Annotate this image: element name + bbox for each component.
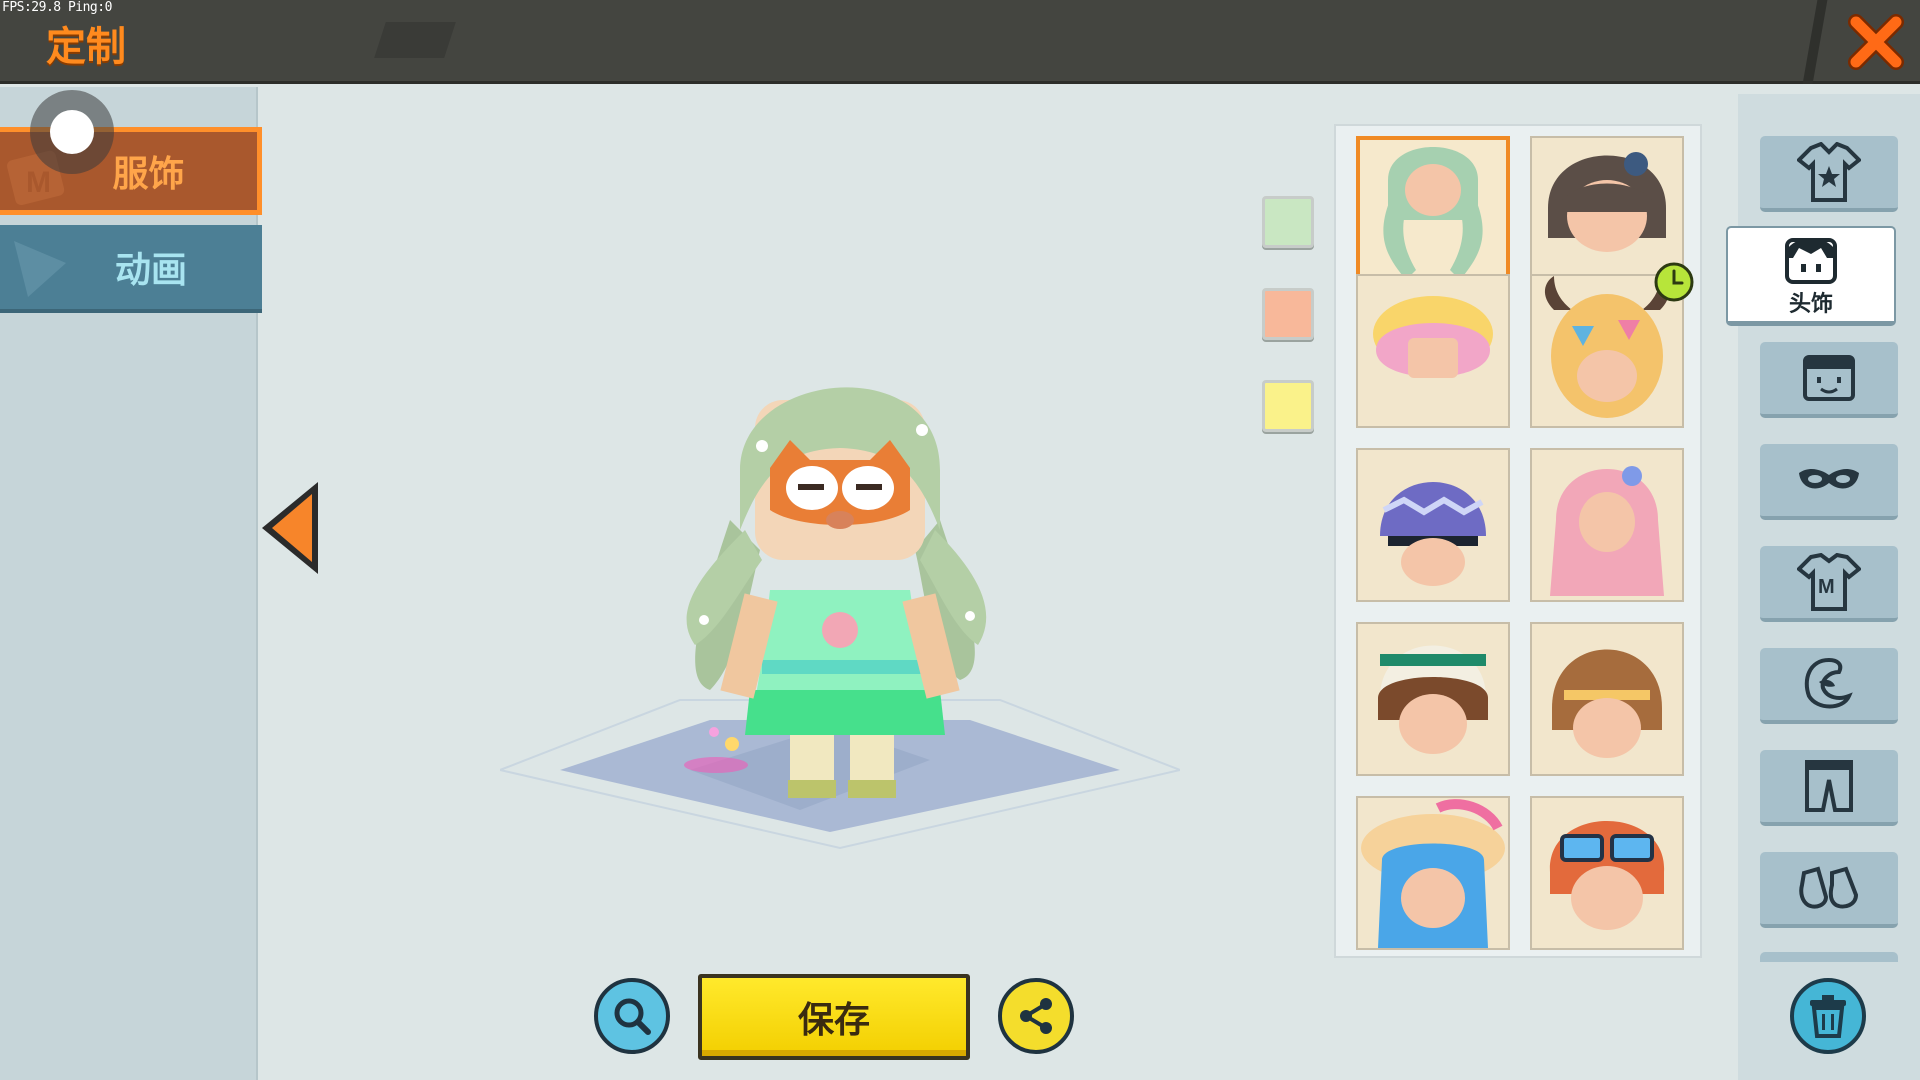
joystick-knob[interactable] <box>50 110 94 154</box>
tab-animation-label: 动画 <box>114 250 187 291</box>
item-red-hair-sunglasses[interactable] <box>1530 796 1684 950</box>
magnifier-icon <box>614 998 651 1035</box>
rail-cape-button[interactable] <box>1760 648 1898 724</box>
header-divider <box>1802 0 1828 84</box>
color-swatch-peach[interactable] <box>1262 288 1314 340</box>
outfit-set-icon <box>1797 142 1861 202</box>
item-pink-sunhat-curly-hair[interactable] <box>1356 274 1510 428</box>
rail-pants-button[interactable] <box>1760 750 1898 826</box>
character-preview[interactable] <box>500 360 1180 860</box>
trash-icon <box>1810 995 1846 1038</box>
sparkle-effect <box>684 757 748 773</box>
rail-shirt-button[interactable]: M <box>1760 546 1898 622</box>
shirt-icon: M <box>1797 553 1861 611</box>
item-brown-hair-headband[interactable] <box>1530 622 1684 776</box>
rail-mask-button[interactable] <box>1760 444 1898 520</box>
top-bar <box>0 0 1920 84</box>
item-grid-panel <box>1334 124 1702 958</box>
rail-headwear-label: 头饰 <box>1788 291 1833 317</box>
color-swatch-yellow[interactable] <box>1262 380 1314 432</box>
play-mark-icon <box>14 241 66 297</box>
cape-icon <box>1804 657 1853 709</box>
face-icon <box>1803 355 1855 401</box>
limited-time-clock-icon <box>1654 262 1694 302</box>
tab-outfit-label: 服饰 <box>112 154 185 195</box>
rail-headwear-button[interactable]: 头饰 <box>1726 226 1896 326</box>
fps-ping-readout: FPS:29.8 Ping:0 <box>2 0 112 15</box>
color-swatch-mint[interactable] <box>1262 196 1314 248</box>
item-blue-hair-pink-sunhat[interactable] <box>1356 796 1510 950</box>
zoom-button[interactable] <box>594 978 670 1054</box>
pants-icon <box>1805 760 1853 812</box>
item-green-band-cap-brown-hair[interactable] <box>1356 622 1510 776</box>
item-mint-twin-braids-hair[interactable] <box>1356 136 1510 290</box>
rail-face-button[interactable] <box>1760 342 1898 418</box>
tab-animation[interactable]: 动画 <box>0 225 262 313</box>
close-button[interactable] <box>1840 6 1912 78</box>
virtual-joystick[interactable] <box>30 90 114 174</box>
item-purple-zigzag-cap[interactable] <box>1356 448 1510 602</box>
rail-next-button-peek <box>1760 952 1898 962</box>
clear-outfit-button[interactable] <box>1790 978 1866 1054</box>
headwear-icon <box>1785 237 1837 284</box>
svg-text:M: M <box>1818 576 1835 598</box>
share-icon <box>1020 998 1052 1034</box>
rotate-left-arrow-icon[interactable] <box>258 478 322 578</box>
mask-icon <box>1799 469 1859 489</box>
item-pink-flower-crown-hair[interactable] <box>1530 448 1684 602</box>
svg-text:M: M <box>26 166 51 199</box>
header-decoration <box>374 22 456 58</box>
rail-shoes-button[interactable] <box>1760 852 1898 928</box>
page-title: 定制 <box>46 24 126 70</box>
share-button[interactable] <box>998 978 1074 1054</box>
rail-outfit-set-button[interactable] <box>1760 136 1898 212</box>
close-x-icon <box>1848 14 1904 70</box>
shoes-icon <box>1799 866 1859 909</box>
save-button[interactable]: 保存 <box>698 974 970 1060</box>
